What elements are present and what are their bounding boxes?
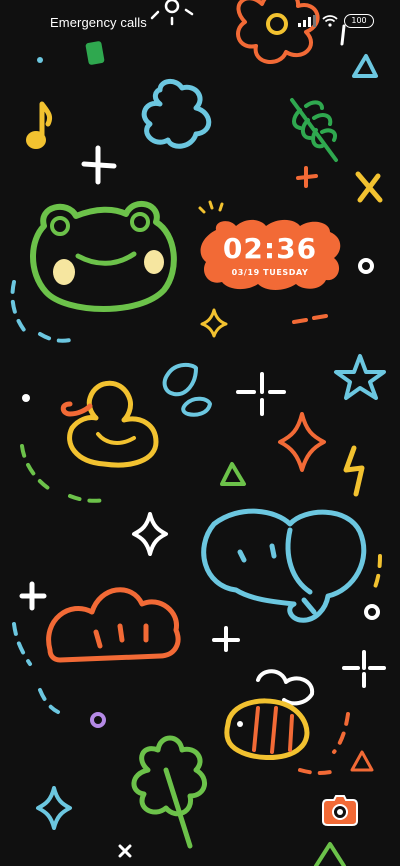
dash-arc-doodle [12,622,32,666]
sparkle-doodle [236,372,286,416]
triangle-doodle [220,462,246,486]
green-block-doodle [85,41,105,65]
sparkle-doodle [132,512,168,556]
sparkle-doodle [81,145,117,185]
music-note-doodle [26,101,53,149]
triangle-doodle [314,842,346,866]
blue-dot-doodle [37,57,43,63]
sparkle-doodle [342,650,386,688]
dot-doodle [22,394,30,402]
dash-arc-doodle [370,554,382,596]
cross-doodle [296,166,318,188]
ring-doodle [364,604,380,620]
ring-doodle [358,258,374,274]
duck-doodle [60,380,159,468]
emergency-calls-label: Emergency calls [50,15,147,30]
lightning-doodle [343,445,365,497]
sparkle-doodle [212,626,240,652]
lock-screen-clock: 02:36 03/19 TUESDAY [201,224,339,288]
bee-doodle [224,669,315,761]
dash-arc-doodle [332,712,350,754]
dash-arc-doodle [298,768,340,775]
droplet-doodle [162,362,212,417]
dash-arc-doodle [20,444,50,490]
clock-time: 02:36 [222,232,318,265]
leaf-doodle [290,98,338,162]
dash-doodle [292,314,328,324]
leaf-doodle [131,735,207,849]
camera-icon [322,795,358,826]
battery-icon: 100 [344,14,374,28]
wifi-icon [322,15,338,27]
star-doodle [334,354,386,400]
dash-arc-doodle [38,332,72,343]
sparkle-doodle [118,844,132,858]
status-bar: Emergency calls 100 [0,0,400,44]
dash-arc-doodle [10,280,26,332]
tick-doodle [198,200,224,214]
status-icons: 100 [298,14,374,28]
dash-arc-doodle [68,494,106,503]
dash-arc-doodle [38,688,60,714]
signal-bars-icon [298,15,316,27]
camera-shortcut-button[interactable] [321,792,359,828]
elephant-doodle [201,508,367,623]
frog-doodle [30,201,177,312]
doodle-wallpaper [10,0,386,866]
sparkle-doodle [36,786,72,830]
cloud-doodle [46,587,181,663]
triangle-doodle [350,750,374,772]
ring-doodle [90,712,106,728]
diamond-doodle [200,308,228,338]
cross-doodle [355,171,383,203]
clock-date: 03/19 TUESDAY [231,268,309,277]
triangle-doodle [352,54,378,78]
sparkle-doodle [278,412,326,472]
sparkle-doodle [19,581,47,611]
cloud-doodle [141,79,212,149]
